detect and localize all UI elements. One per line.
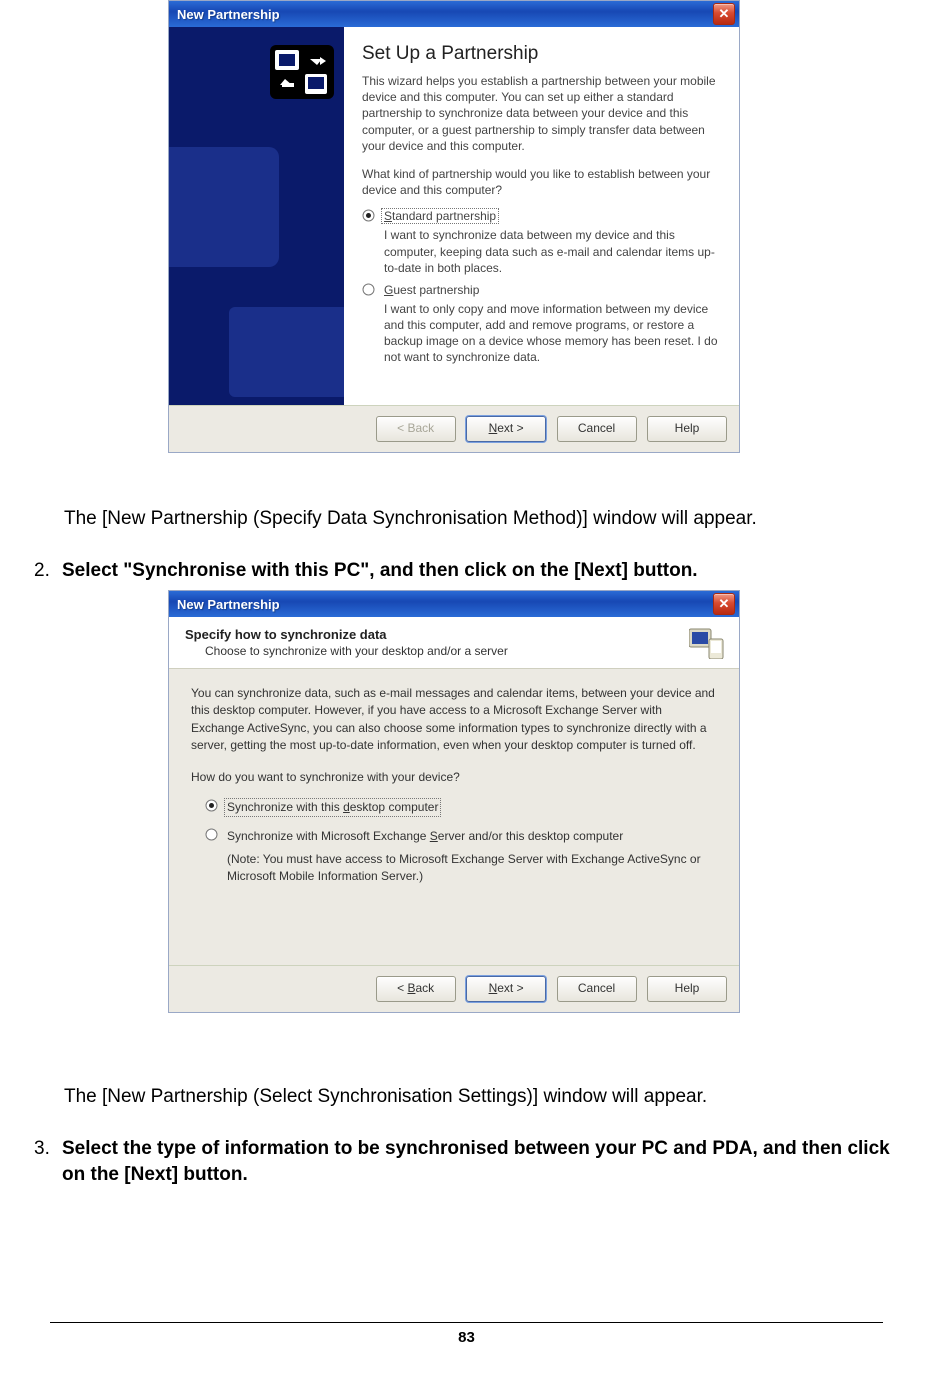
back-button[interactable]: < Back [376, 416, 456, 442]
radio-guest-desc: I want to only copy and move information… [384, 301, 721, 366]
radio-standard-desc: I want to synchronize data between my de… [384, 227, 721, 276]
radio-label: Synchronize with this desktop computer [224, 798, 441, 817]
help-button[interactable]: Help [647, 976, 727, 1002]
step-text: Select the type of information to be syn… [62, 1136, 907, 1187]
wizard-body: You can synchronize data, such as e-mail… [169, 669, 739, 965]
button-bar: < Back Next > Cancel Help [169, 405, 739, 452]
wizard-sidebar [169, 27, 344, 405]
header-subtitle: Choose to synchronize with your desktop … [205, 644, 725, 658]
radio-selected-icon [362, 209, 375, 225]
step-3: 3. Select the type of information to be … [34, 1136, 907, 1187]
wizard-question: What kind of partnership would you like … [362, 166, 721, 198]
radio-sync-exchange[interactable]: Synchronize with Microsoft Exchange Serv… [205, 827, 717, 846]
back-button[interactable]: < Back [376, 976, 456, 1002]
wizard-intro-text: This wizard helps you establish a partne… [362, 73, 721, 154]
wizard-question: How do you want to synchronize with your… [191, 769, 717, 786]
dialog-setup-partnership: New Partnership ✕ [168, 0, 740, 453]
window-title: New Partnership [177, 597, 713, 612]
dialog-specify-sync: New Partnership ✕ Specify how to synchro… [168, 590, 740, 1013]
step-2: 2. Select "Synchronise with this PC", an… [34, 558, 698, 584]
close-icon[interactable]: ✕ [713, 3, 735, 25]
step-number: 3. [34, 1136, 62, 1187]
window-title: New Partnership [177, 7, 713, 22]
header-title: Specify how to synchronize data [185, 627, 725, 642]
sync-pc-pda-icon [270, 45, 334, 99]
cancel-button[interactable]: Cancel [557, 416, 637, 442]
next-button[interactable]: Next > [466, 976, 546, 1002]
wizard-paragraph: You can synchronize data, such as e-mail… [191, 685, 717, 755]
titlebar[interactable]: New Partnership ✕ [169, 591, 739, 617]
wizard-content: Set Up a Partnership This wizard helps y… [344, 27, 739, 405]
wizard-header-strip: Specify how to synchronize data Choose t… [169, 617, 739, 669]
help-button[interactable]: Help [647, 416, 727, 442]
dialog-body: Set Up a Partnership This wizard helps y… [169, 27, 739, 405]
page-number: 83 [458, 1329, 475, 1346]
radio-sync-desktop[interactable]: Synchronize with this desktop computer [205, 798, 717, 817]
radio-unselected-icon [205, 828, 218, 846]
radio-label-text: tandard partnership [392, 209, 496, 223]
step-number: 2. [34, 558, 62, 584]
radio-label: Standard partnership [381, 208, 499, 224]
cancel-button[interactable]: Cancel [557, 976, 637, 1002]
wizard-heading: Set Up a Partnership [362, 43, 721, 65]
button-bar: < Back Next > Cancel Help [169, 965, 739, 1012]
radio-guest-partnership[interactable]: Guest partnership [362, 282, 721, 299]
close-icon[interactable]: ✕ [713, 593, 735, 615]
titlebar[interactable]: New Partnership ✕ [169, 1, 739, 27]
next-button[interactable]: Next > [466, 416, 546, 442]
page-footer: 83 [50, 1322, 883, 1346]
instruction-text-2: The [New Partnership (Select Synchronisa… [64, 1084, 707, 1110]
radio-unselected-icon [362, 283, 375, 299]
step-text: Select "Synchronise with this PC", and t… [62, 558, 698, 584]
radio-label: Synchronize with Microsoft Exchange Serv… [224, 827, 626, 846]
sync-devices-icon [689, 625, 727, 659]
radio-exchange-note: (Note: You must have access to Microsoft… [227, 851, 717, 886]
radio-selected-icon [205, 799, 218, 817]
radio-standard-partnership[interactable]: Standard partnership [362, 208, 721, 225]
instruction-text-1: The [New Partnership (Specify Data Synch… [64, 506, 757, 532]
radio-label: Guest partnership [381, 282, 482, 298]
